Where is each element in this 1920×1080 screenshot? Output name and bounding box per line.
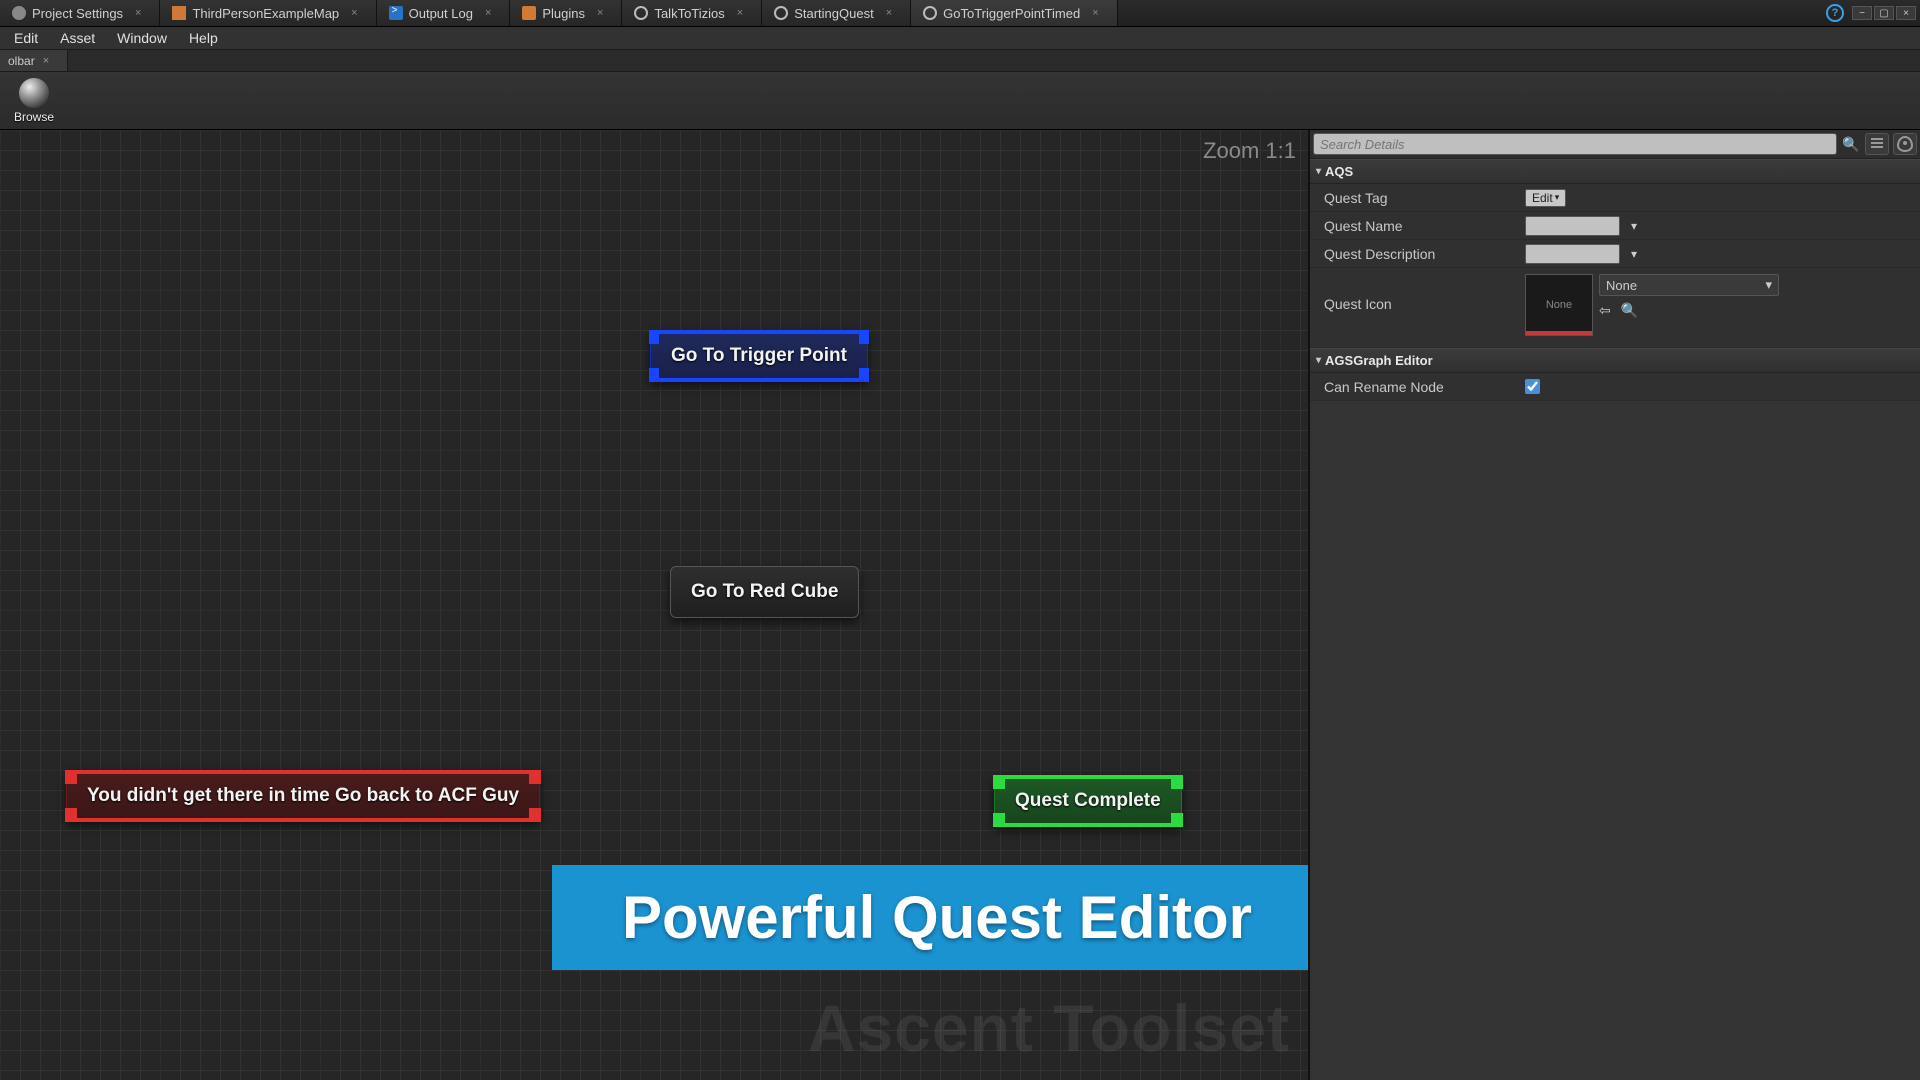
quest-graph[interactable]: Zoom 1:1 Go To Trigger Point Go To Red C… <box>0 130 1310 1080</box>
node-mid[interactable]: Go To Red Cube <box>670 566 859 618</box>
label-quest-tag: Quest Tag <box>1310 190 1525 206</box>
node-fail-label: You didn't get there in time Go back to … <box>67 771 539 821</box>
close-icon[interactable]: × <box>737 7 743 19</box>
close-icon[interactable]: × <box>597 7 603 19</box>
graph-edges <box>0 130 300 280</box>
search-icon[interactable]: 🔍 <box>1841 134 1861 154</box>
terminal-icon <box>389 6 403 20</box>
caret-down-icon: ▾ <box>1316 166 1321 177</box>
gear-icon <box>12 6 26 20</box>
cube-icon <box>172 6 186 20</box>
plug-icon <box>522 6 536 20</box>
node-root[interactable]: Go To Trigger Point <box>650 330 868 382</box>
caret-down-icon: ▾ <box>1765 277 1772 293</box>
grid-view-button[interactable] <box>1865 133 1889 155</box>
minimize-button[interactable]: − <box>1852 6 1872 20</box>
menu-asset[interactable]: Asset <box>50 28 105 48</box>
tab-plugins[interactable]: Plugins× <box>510 0 622 26</box>
sphere-icon <box>19 78 49 108</box>
node-mid-label: Go To Red Cube <box>671 567 858 617</box>
use-selected-icon[interactable]: ⇦ <box>1599 302 1611 319</box>
menu-edit[interactable]: Edit <box>4 28 48 48</box>
ring-icon <box>774 6 788 20</box>
tab-example-map[interactable]: ThirdPersonExampleMap× <box>160 0 376 26</box>
maximize-button[interactable]: ▢ <box>1874 6 1894 20</box>
quest-icon-asset-dropdown[interactable]: None▾ <box>1599 274 1779 296</box>
toolbar: Browse <box>0 72 1920 130</box>
close-icon[interactable]: × <box>485 7 491 19</box>
window-controls: ? − ▢ × <box>1826 0 1920 26</box>
category-agsgraph-editor[interactable]: ▾AGSGraph Editor <box>1310 348 1920 373</box>
close-icon[interactable]: × <box>886 7 892 19</box>
quest-icon-thumbnail[interactable]: None <box>1525 274 1593 336</box>
tab-startingquest[interactable]: StartingQuest× <box>762 0 911 26</box>
quest-description-field[interactable] <box>1525 244 1620 264</box>
browse-button[interactable]: Browse <box>8 76 60 126</box>
toolbar-panel-tab[interactable]: olbar× <box>0 50 68 71</box>
node-success-label: Quest Complete <box>995 776 1181 826</box>
tab-talktotizios[interactable]: TalkToTizios× <box>622 0 762 26</box>
caret-down-icon: ▾ <box>1316 355 1321 366</box>
close-icon[interactable]: × <box>43 55 49 67</box>
quest-tag-edit-button[interactable]: Edit▾ <box>1525 189 1566 207</box>
browse-label: Browse <box>14 110 54 124</box>
node-success[interactable]: Quest Complete <box>994 775 1182 827</box>
label-can-rename-node: Can Rename Node <box>1310 379 1525 395</box>
caret-down-icon[interactable]: ▾ <box>1626 246 1642 262</box>
caret-down-icon: ▾ <box>1555 192 1560 203</box>
menu-window[interactable]: Window <box>107 28 177 48</box>
tab-project-settings[interactable]: Project Settings× <box>0 0 160 26</box>
help-icon[interactable]: ? <box>1826 4 1844 22</box>
close-icon[interactable]: × <box>1092 7 1098 19</box>
menubar: Edit Asset Window Help <box>0 27 1920 50</box>
ring-icon <box>923 6 937 20</box>
ring-icon <box>634 6 648 20</box>
marketing-banner: Powerful Quest Editor <box>552 865 1308 970</box>
browse-asset-icon[interactable]: 🔍 <box>1621 302 1638 319</box>
window-tabstrip: Project Settings× ThirdPersonExampleMap×… <box>0 0 1920 27</box>
close-icon[interactable]: × <box>351 7 357 19</box>
label-quest-icon: Quest Icon <box>1310 272 1525 312</box>
eye-icon <box>1897 136 1913 152</box>
tab-gototriggerpointtimed[interactable]: GoToTriggerPointTimed× <box>911 0 1117 26</box>
menu-help[interactable]: Help <box>179 28 228 48</box>
quest-name-field[interactable] <box>1525 216 1620 236</box>
details-panel: 🔍 ▾AQS Quest Tag Edit▾ Quest Name ▾ Ques… <box>1310 130 1920 1080</box>
label-quest-description: Quest Description <box>1310 246 1525 262</box>
can-rename-node-checkbox[interactable] <box>1525 379 1540 394</box>
node-root-label: Go To Trigger Point <box>651 331 867 381</box>
category-aqs[interactable]: ▾AQS <box>1310 159 1920 184</box>
graph-watermark: Ascent Toolset <box>808 990 1290 1066</box>
caret-down-icon[interactable]: ▾ <box>1626 218 1642 234</box>
close-window-button[interactable]: × <box>1896 6 1916 20</box>
search-details-input[interactable] <box>1313 133 1837 155</box>
tab-output-log[interactable]: Output Log× <box>377 0 511 26</box>
close-icon[interactable]: × <box>135 7 141 19</box>
visibility-button[interactable] <box>1893 133 1917 155</box>
toolbar-tabrow: olbar× <box>0 50 1920 72</box>
node-fail[interactable]: You didn't get there in time Go back to … <box>66 770 540 822</box>
zoom-indicator: Zoom 1:1 <box>1203 138 1296 164</box>
label-quest-name: Quest Name <box>1310 218 1525 234</box>
